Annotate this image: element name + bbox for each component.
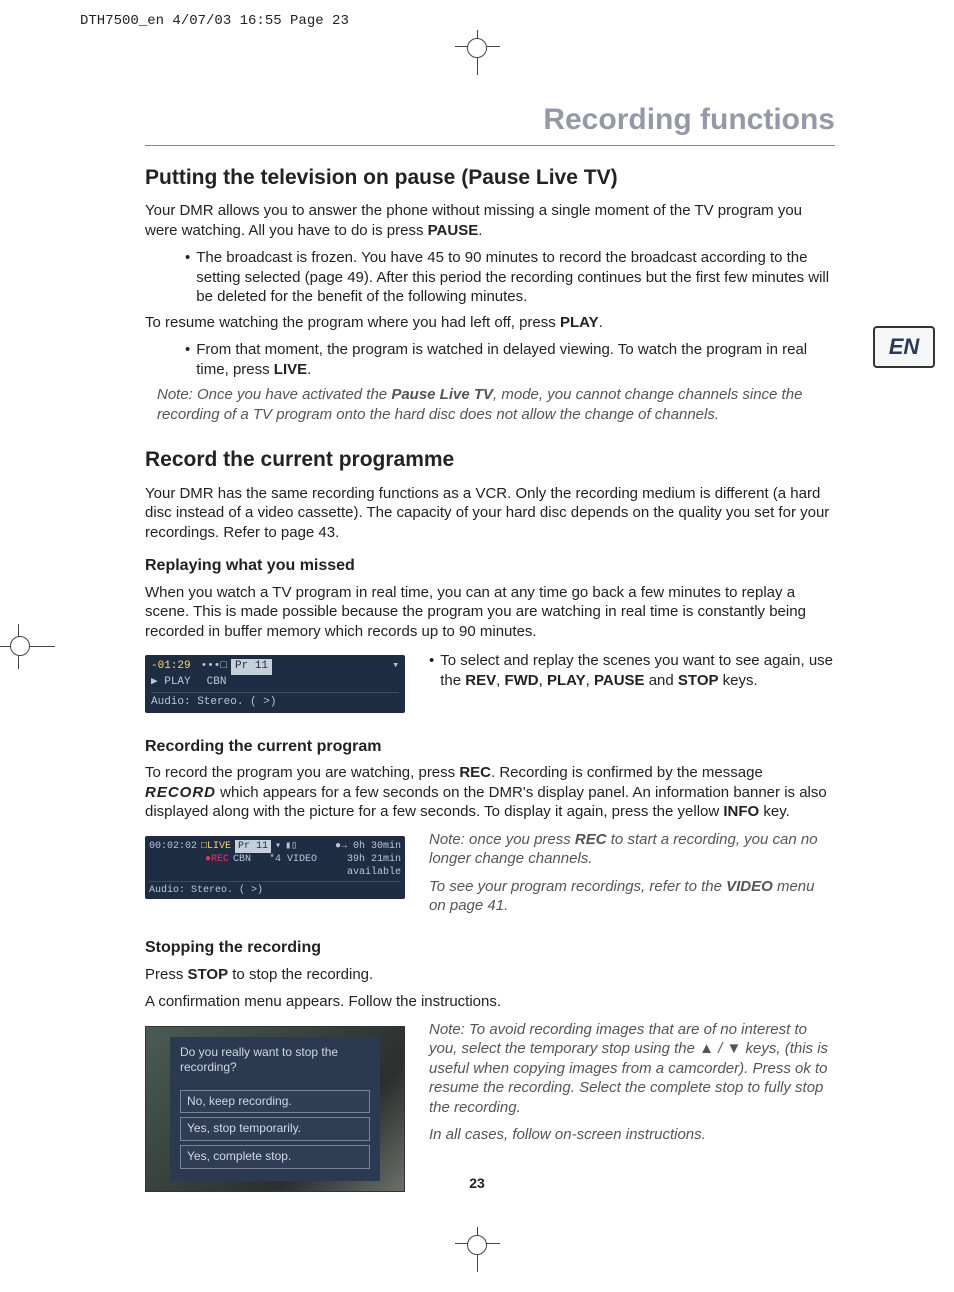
- note-pause-live-tv: Note: Once you have activated the Pause …: [157, 385, 835, 424]
- heading-stop-recording: Stopping the recording: [145, 938, 835, 959]
- osd-play-label: ▶ PLAY: [151, 675, 191, 690]
- osd-time: -01:29: [151, 659, 191, 674]
- osd-program-number: Pr 11: [231, 659, 272, 674]
- note-rec: Note: once you press REC to start a reco…: [429, 830, 835, 869]
- page-number: 23: [469, 1174, 485, 1192]
- replaying-paragraph: When you watch a TV program in real time…: [145, 583, 835, 642]
- osd2-available: available: [347, 866, 401, 879]
- divider: [145, 145, 835, 146]
- record-intro: Your DMR has the same recording function…: [145, 484, 835, 543]
- heading-replaying: Replaying what you missed: [145, 556, 835, 577]
- osd-dropdown-icon: ▾: [392, 659, 399, 674]
- section-title: Recording functions: [145, 100, 835, 139]
- osd2-remaining2: 39h 21min: [347, 853, 401, 866]
- record-display-glyph: RECORD: [145, 784, 216, 801]
- registration-mark-left: [0, 646, 55, 647]
- heading-record-current: Record the current programme: [145, 446, 835, 473]
- heading-recording-program: Recording the current program: [145, 737, 835, 758]
- osd2-remaining1: ●→ 0h 30min: [335, 840, 401, 853]
- stop-dialog: Do you really want to stop the recording…: [170, 1037, 380, 1181]
- stop-paragraph-1: Press STOP to stop the recording.: [145, 965, 835, 985]
- dialog-question: Do you really want to stop the recording…: [180, 1045, 370, 1076]
- arrow-keys-icon: ▲ / ▼: [699, 1040, 741, 1057]
- osd2-channel: CBN: [233, 853, 251, 866]
- osd-banner-rec: 00:02:02 □LIVE Pr 11 ▾ ▮▯ ●→ 0h 30min ●R…: [145, 836, 405, 899]
- print-header: DTH7500_en 4/07/03 16:55 Page 23: [80, 12, 349, 30]
- osd2-disc-icon: ▮▯: [285, 840, 297, 853]
- osd2-dropdown-icon: ▾: [275, 840, 281, 853]
- stop-paragraph-2: A confirmation menu appears. Follow the …: [145, 992, 835, 1012]
- bullet-broadcast-frozen: • The broadcast is frozen. You have 45 t…: [185, 248, 835, 307]
- osd2-rec-label: ●REC: [205, 853, 229, 866]
- osd-banner-play: -01:29 •••□ Pr 11 ▾ ▶ PLAY CBN Audio: St…: [145, 655, 405, 712]
- bullet-select-replay: • To select and replay the scenes you wa…: [429, 651, 835, 690]
- osd2-mode: *4 VIDEO: [269, 853, 317, 866]
- note-stop-1: Note: To avoid recording images that are…: [429, 1020, 835, 1118]
- note-stop-2: In all cases, follow on-screen instructi…: [429, 1125, 835, 1145]
- dialog-option-complete[interactable]: Yes, complete stop.: [180, 1145, 370, 1169]
- pause-intro: Your DMR allows you to answer the phone …: [145, 201, 835, 240]
- heading-pause-live-tv: Putting the television on pause (Pause L…: [145, 164, 835, 191]
- dialog-option-keep[interactable]: No, keep recording.: [180, 1090, 370, 1114]
- note-video-menu: To see your program recordings, refer to…: [429, 877, 835, 916]
- resume-line: To resume watching the program where you…: [145, 313, 835, 333]
- language-tab: EN: [873, 326, 935, 368]
- osd-channel: CBN: [207, 675, 227, 690]
- osd2-program-number: Pr 11: [235, 840, 271, 853]
- bullet-delayed-viewing: • From that moment, the program is watch…: [185, 340, 835, 379]
- osd-signal-icon: •••□: [201, 659, 227, 674]
- recording-program-paragraph: To record the program you are watching, …: [145, 763, 835, 822]
- registration-mark-bottom: [477, 1227, 478, 1272]
- registration-mark-top: [477, 30, 478, 75]
- osd2-time: 00:02:02: [149, 840, 197, 853]
- osd2-audio: Audio: Stereo. ( >): [149, 884, 263, 897]
- screenshot-stop-dialog: Do you really want to stop the recording…: [145, 1026, 405, 1192]
- dialog-option-temp[interactable]: Yes, stop temporarily.: [180, 1117, 370, 1141]
- osd-audio: Audio: Stereo. ( >): [151, 695, 276, 710]
- osd2-live-label: □LIVE: [201, 840, 231, 853]
